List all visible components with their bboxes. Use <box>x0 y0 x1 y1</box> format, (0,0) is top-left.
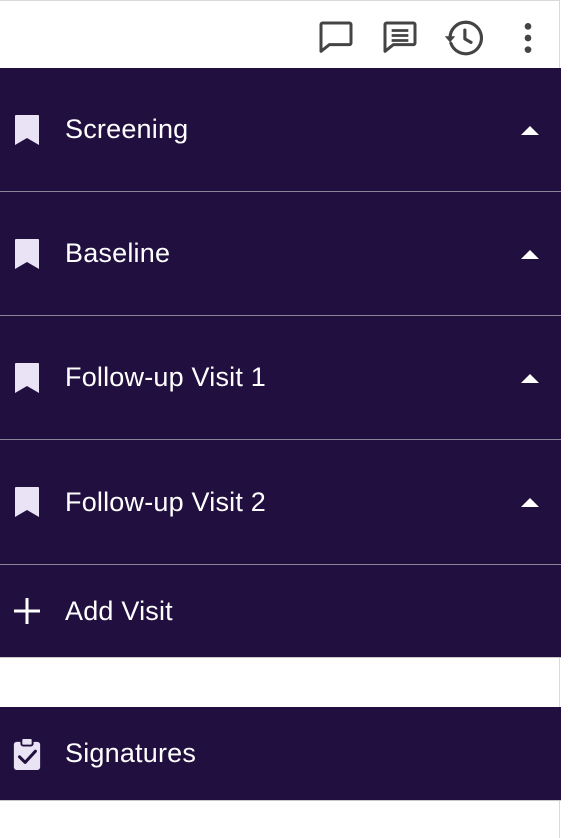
more-vert-icon[interactable] <box>506 16 550 60</box>
notes-icon[interactable] <box>378 16 422 60</box>
plus-icon <box>12 593 42 629</box>
caret-up-icon[interactable] <box>519 247 541 261</box>
visit-label: Screening <box>65 114 189 144</box>
bookmark-icon <box>12 236 42 272</box>
visit-row-follow-up-1[interactable]: Follow-up Visit 1 <box>0 316 561 440</box>
caret-up-icon[interactable] <box>519 495 541 509</box>
caret-up-icon[interactable] <box>519 123 541 137</box>
visit-label: Follow-up Visit 1 <box>65 362 266 392</box>
add-visit-button[interactable]: Add Visit <box>0 565 561 658</box>
comment-icon[interactable] <box>314 16 358 60</box>
caret-up-icon[interactable] <box>519 371 541 385</box>
visit-row-baseline[interactable]: Baseline <box>0 192 561 316</box>
signatures-label: Signatures <box>65 738 197 768</box>
visit-label: Baseline <box>65 238 171 268</box>
toolbar <box>0 2 559 68</box>
bookmark-icon <box>12 112 42 148</box>
visit-label: Follow-up Visit 2 <box>65 486 266 517</box>
bookmark-icon <box>12 360 42 396</box>
visit-row-follow-up-2[interactable]: Follow-up Visit 2 <box>0 440 561 565</box>
visit-row-screening[interactable]: Screening <box>0 68 561 192</box>
add-visit-label: Add Visit <box>65 595 173 626</box>
signatures-item[interactable]: Signatures <box>0 707 561 801</box>
sidebar-panel: Screening Baseline Follow-up Visit 1 Fol… <box>0 0 561 838</box>
history-icon[interactable] <box>442 16 486 60</box>
bookmark-icon <box>12 484 42 520</box>
clipboard-check-icon <box>12 736 42 772</box>
visit-list: Screening Baseline Follow-up Visit 1 Fol… <box>0 68 561 658</box>
